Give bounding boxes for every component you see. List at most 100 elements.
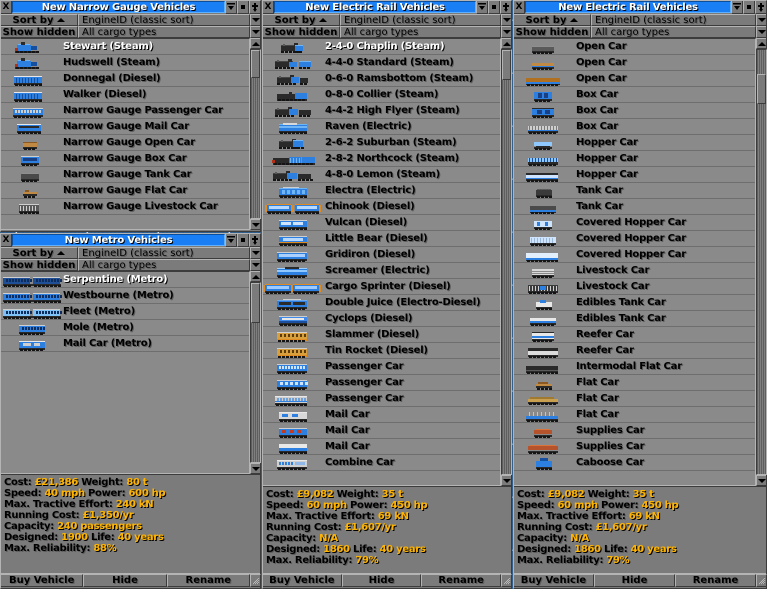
show-hidden-button[interactable]: Show hidden bbox=[262, 26, 340, 38]
vehicle-list-item[interactable]: 2-8-2 Northcock (Steam) bbox=[263, 151, 500, 167]
scroll-down-icon[interactable] bbox=[501, 475, 512, 486]
vehicle-list-item[interactable]: Westbourne (Metro) bbox=[1, 288, 249, 304]
vehicle-list-item[interactable]: Passenger Car bbox=[263, 359, 500, 375]
sort-criteria-dropdown[interactable]: EngineID (classic sort) bbox=[78, 247, 250, 259]
show-hidden-button[interactable]: Show hidden bbox=[513, 26, 591, 38]
vehicle-list[interactable]: 2-4-0 Chaplin (Steam) 4-4-0 Standard (Ste… bbox=[262, 38, 501, 486]
sort-by-button[interactable]: Sort by bbox=[0, 14, 78, 26]
vehicle-list-item[interactable]: Narrow Gauge Livestock Car bbox=[1, 199, 249, 215]
debug-box-icon[interactable] bbox=[488, 0, 500, 14]
scroll-down-icon[interactable] bbox=[250, 219, 261, 230]
hide-vehicle-button[interactable]: Hide bbox=[83, 574, 167, 587]
vehicle-list-item[interactable]: Narrow Gauge Passenger Car bbox=[1, 103, 249, 119]
sticky-pin-icon[interactable] bbox=[755, 0, 767, 14]
shade-icon[interactable] bbox=[476, 0, 488, 14]
sticky-pin-icon[interactable] bbox=[249, 233, 261, 247]
vehicle-list-item[interactable]: 4-8-0 Lemon (Steam) bbox=[263, 167, 500, 183]
rename-vehicle-button[interactable]: Rename bbox=[421, 574, 502, 587]
sort-by-button[interactable]: Sort by bbox=[513, 14, 591, 26]
close-icon[interactable]: X bbox=[0, 0, 12, 14]
sort-dropdown-chevron-down-icon[interactable] bbox=[756, 14, 767, 26]
sticky-pin-icon[interactable] bbox=[500, 0, 512, 14]
buy-vehicle-button[interactable]: Buy Vehicle bbox=[262, 574, 342, 587]
vehicle-list-item[interactable]: Covered Hopper Car bbox=[514, 215, 755, 231]
vehicle-list-item[interactable]: Tin Rocket (Diesel) bbox=[263, 343, 500, 359]
vehicle-list-item[interactable]: Livestock Car bbox=[514, 279, 755, 295]
vehicle-list-item[interactable]: Reefer Car bbox=[514, 343, 755, 359]
vehicle-list-item[interactable]: Walker (Diesel) bbox=[1, 87, 249, 103]
vehicle-list-item[interactable]: Reefer Car bbox=[514, 327, 755, 343]
hide-vehicle-button[interactable]: Hide bbox=[341, 574, 422, 587]
vehicle-list-item[interactable]: Livestock Car bbox=[514, 263, 755, 279]
vehicle-list-item[interactable]: Edibles Tank Car bbox=[514, 311, 755, 327]
vehicle-list-item[interactable]: Caboose Car bbox=[514, 455, 755, 471]
cargo-dropdown-chevron-down-icon[interactable] bbox=[250, 26, 261, 38]
window-electric-right[interactable]: X New Electric Rail Vehicles Sort by Engine… bbox=[513, 0, 767, 589]
close-icon[interactable]: X bbox=[0, 233, 12, 247]
vehicle-list-item[interactable]: Narrow Gauge Box Car bbox=[1, 151, 249, 167]
vehicle-list-item[interactable]: Flat Car bbox=[514, 407, 755, 423]
cargo-dropdown-chevron-down-icon[interactable] bbox=[756, 26, 767, 38]
window-electric-left[interactable]: X New Electric Rail Vehicles Sort by Engine… bbox=[262, 0, 513, 589]
vehicle-list-item[interactable]: Open Car bbox=[514, 55, 755, 71]
title-bar[interactable]: X New Narrow Gauge Vehicles bbox=[0, 0, 261, 14]
vehicle-list-item[interactable]: Gridiron (Diesel) bbox=[263, 247, 500, 263]
sort-dropdown-chevron-down-icon[interactable] bbox=[501, 14, 512, 26]
vehicle-list-item[interactable]: 2-4-0 Chaplin (Steam) bbox=[263, 39, 500, 55]
vehicle-list-item[interactable]: 0-6-0 Ramsbottom (Steam) bbox=[263, 71, 500, 87]
cargo-filter-dropdown[interactable]: All cargo types bbox=[78, 259, 250, 271]
vehicle-list-item[interactable]: Stewart (Steam) bbox=[1, 39, 249, 55]
vehicle-list-item[interactable]: 2-6-2 Suburban (Steam) bbox=[263, 135, 500, 151]
vehicle-list-item[interactable]: Passenger Car bbox=[263, 391, 500, 407]
vehicle-list-item[interactable]: Open Car bbox=[514, 71, 755, 87]
close-icon[interactable]: X bbox=[262, 0, 274, 14]
vehicle-list-item[interactable]: Screamer (Electric) bbox=[263, 263, 500, 279]
vehicle-list-item[interactable]: Little Bear (Diesel) bbox=[263, 231, 500, 247]
vehicle-list-item[interactable]: Mail Car bbox=[263, 407, 500, 423]
vehicle-list-item[interactable]: Combine Car bbox=[263, 455, 500, 471]
scrollbar-track[interactable] bbox=[250, 49, 261, 219]
vehicle-list-item[interactable]: Electra (Electric) bbox=[263, 183, 500, 199]
scrollbar-track[interactable] bbox=[756, 49, 767, 475]
vehicle-list-item[interactable]: Intermodal Flat Car bbox=[514, 359, 755, 375]
vehicle-list-item[interactable]: Covered Hopper Car bbox=[514, 231, 755, 247]
vehicle-list-item[interactable]: Narrow Gauge Open Car bbox=[1, 135, 249, 151]
sort-criteria-dropdown[interactable]: EngineID (classic sort) bbox=[78, 14, 250, 26]
rename-vehicle-button[interactable]: Rename bbox=[166, 574, 250, 587]
vehicle-list-item[interactable]: Flat Car bbox=[514, 375, 755, 391]
vehicle-list-item[interactable]: Narrow Gauge Mail Car bbox=[1, 119, 249, 135]
vehicle-list-item[interactable]: Flat Car bbox=[514, 391, 755, 407]
scroll-down-icon[interactable] bbox=[250, 463, 261, 474]
scrollbar-thumb[interactable] bbox=[502, 50, 511, 80]
window-title[interactable]: New Narrow Gauge Vehicles bbox=[12, 1, 225, 13]
vehicle-list-item[interactable]: Passenger Car bbox=[263, 375, 500, 391]
buy-vehicle-button[interactable]: Buy Vehicle bbox=[513, 574, 594, 587]
vehicle-list-item[interactable]: Box Car bbox=[514, 103, 755, 119]
shade-icon[interactable] bbox=[225, 233, 237, 247]
scrollbar-thumb[interactable] bbox=[251, 283, 260, 323]
window-title[interactable]: New Metro Vehicles bbox=[12, 234, 225, 246]
vehicle-list-item[interactable]: Hopper Car bbox=[514, 151, 755, 167]
vehicle-list-item[interactable]: Serpentine (Metro) bbox=[1, 272, 249, 288]
vehicle-list-item[interactable]: 4-4-2 High Flyer (Steam) bbox=[263, 103, 500, 119]
sort-dropdown-chevron-down-icon[interactable] bbox=[250, 14, 261, 26]
cargo-filter-dropdown[interactable]: All cargo types bbox=[78, 26, 250, 38]
vehicle-list-item[interactable]: 0-8-0 Collier (Steam) bbox=[263, 87, 500, 103]
sort-by-button[interactable]: Sort by bbox=[262, 14, 340, 26]
buy-vehicle-button[interactable]: Buy Vehicle bbox=[0, 574, 84, 587]
sort-by-button[interactable]: Sort by bbox=[0, 247, 78, 259]
debug-box-icon[interactable] bbox=[237, 0, 249, 14]
scroll-down-icon[interactable] bbox=[756, 475, 767, 486]
vehicle-list-item[interactable]: Double Juice (Electro-Diesel) bbox=[263, 295, 500, 311]
vehicle-list-item[interactable]: Raven (Electric) bbox=[263, 119, 500, 135]
cargo-filter-dropdown[interactable]: All cargo types bbox=[340, 26, 501, 38]
resize-grip-icon[interactable] bbox=[501, 574, 513, 587]
vertical-scrollbar[interactable] bbox=[250, 38, 261, 230]
vehicle-list-item[interactable]: Cyclops (Diesel) bbox=[263, 311, 500, 327]
vehicle-list-item[interactable]: Supplies Car bbox=[514, 439, 755, 455]
vehicle-list-item[interactable]: 4-4-0 Standard (Steam) bbox=[263, 55, 500, 71]
vehicle-list-item[interactable]: Mail Car bbox=[263, 423, 500, 439]
scrollbar-thumb[interactable] bbox=[757, 74, 766, 104]
window-title[interactable]: New Electric Rail Vehicles bbox=[274, 1, 476, 13]
vehicle-list-item[interactable]: Donnegal (Diesel) bbox=[1, 71, 249, 87]
